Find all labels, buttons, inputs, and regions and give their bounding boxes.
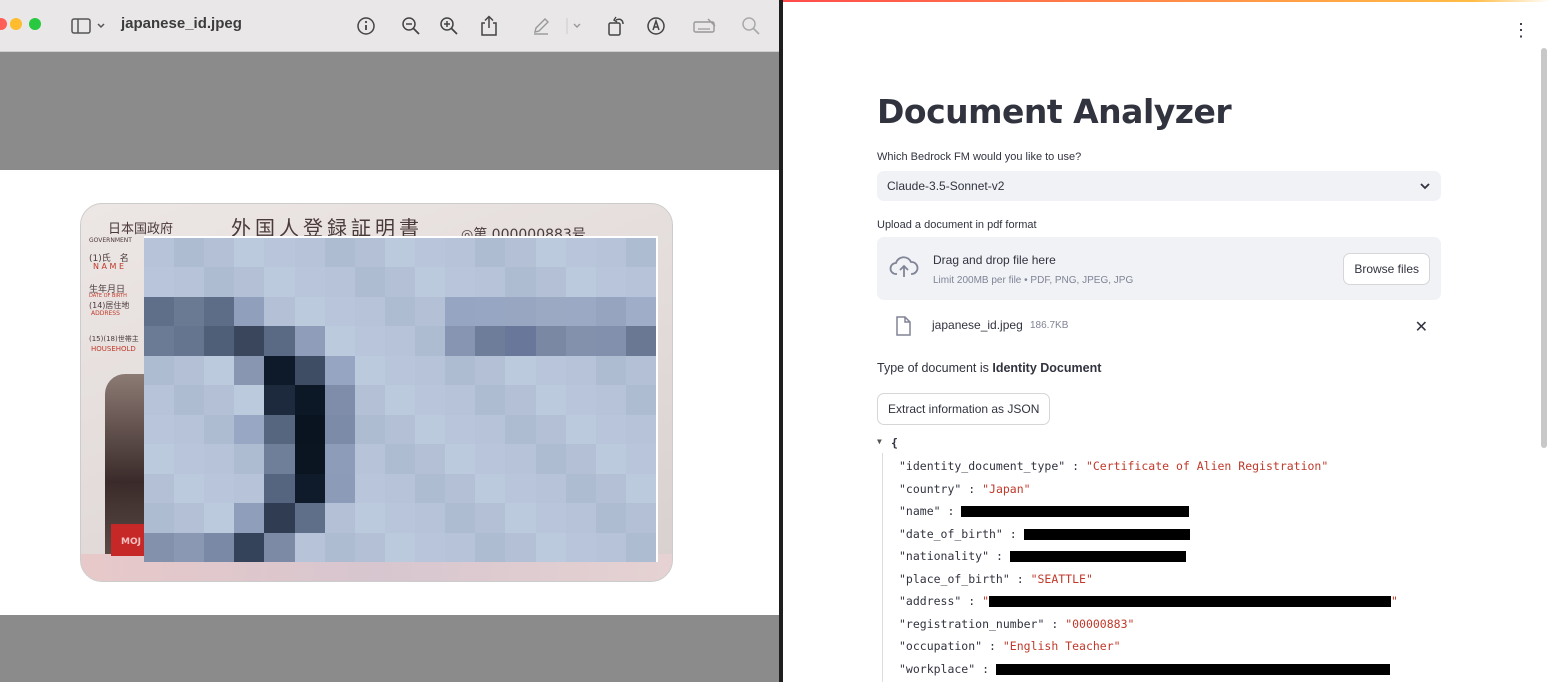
form-fill-icon[interactable] [690,13,720,39]
document-type-value: Identity Document [992,361,1102,375]
app-decoration-bar [783,0,1550,2]
card-dob-sub: DATE OF BIRTH [89,293,127,299]
json-key: "occupation" [899,639,983,653]
redaction-bar [1009,551,1186,562]
json-line: "identity_document_type" : "Certificate … [899,459,1328,475]
json-colon: : [975,661,996,676]
document-type-text: Type of document is Identity Document [877,361,1101,375]
json-value: "SEATTLE" [1030,571,1093,586]
collapse-caret-icon[interactable]: ▼ [877,437,882,446]
remove-file-icon[interactable]: ✕ [1415,317,1428,337]
json-line: "occupation" : "English Teacher" [899,639,1121,655]
json-line: "place_of_birth" : "SEATTLE" [899,572,1093,588]
json-colon: : [989,549,1010,563]
share-icon[interactable] [476,13,502,39]
preview-canvas-top [0,52,779,170]
json-indent-guide [882,453,883,682]
zoom-in-icon[interactable] [436,13,462,39]
markup-dropdown-icon[interactable] [563,13,589,39]
json-value: "Japan" [982,481,1031,496]
card-gov-label: 日本国政府 [108,222,174,237]
preview-canvas-bottom [0,615,779,682]
markup-pen-icon[interactable] [528,13,554,39]
json-value: "English Teacher" [1002,639,1121,653]
rotate-icon[interactable] [603,13,629,39]
json-key: "address" [899,594,962,608]
json-line: "nationality" : [899,549,1186,565]
preview-window: japanese_id.jpeg 日本国政府 GOVERNMENT 外国人登録証… [0,0,779,682]
zoom-window-button[interactable] [29,18,41,30]
minimize-window-button[interactable] [10,18,22,30]
card-gov-sub: GOVERNMENT [89,237,132,244]
json-colon: : [1065,459,1086,473]
json-key: "registration_number" [899,616,1045,631]
json-value: "Certificate of Alien Registration" [1085,459,1329,473]
json-line: "address" : " " [899,594,1398,610]
card-household-label: (15)(18)世帯主 [89,335,139,343]
upload-label: Upload a document in pdf format [877,219,1037,231]
json-line: "name" : [899,504,1190,520]
json-colon: : [1002,526,1024,541]
json-colon: : [961,594,983,608]
uploaded-file-size: 186.7KB [1030,320,1069,331]
zoom-out-icon[interactable] [398,13,424,39]
json-key: "date_of_birth" [899,526,1003,541]
redaction-bar [1023,528,1190,540]
json-key: "nationality" [899,549,990,563]
app-scrollbar[interactable] [1541,48,1547,448]
json-key: "identity_document_type" [899,459,1066,473]
json-value: "00000883" [1065,616,1135,631]
card-household-sub: HOUSEHOLD [91,345,136,353]
sidebar-toggle-icon[interactable] [68,13,108,39]
cloud-upload-icon [889,254,919,287]
chevron-down-icon [1419,179,1431,197]
annotate-icon[interactable] [643,13,669,39]
json-key: "place_of_birth" [899,571,1010,586]
file-dropzone[interactable]: Drag and drop file here Limit 200MB per … [877,237,1441,300]
uploaded-file-row: japanese_id.jpeg 186.7KB ✕ [877,312,1441,340]
uploaded-file-name: japanese_id.jpeg [932,318,1023,332]
json-value-end: " [1391,594,1398,608]
redaction-bar [989,596,1392,607]
preview-toolbar: japanese_id.jpeg [0,0,779,52]
model-select-value: Claude-3.5-Sonnet-v2 [887,179,1005,193]
main-menu-icon[interactable]: ⋮ [1512,20,1530,40]
page-title: Document Analyzer [877,92,1232,131]
json-line: "date_of_birth" : [899,527,1190,543]
json-line: "workplace" : [899,662,1390,678]
json-colon: : [1009,571,1031,586]
browse-files-button[interactable]: Browse files [1343,253,1430,285]
json-key: "country" [899,481,962,496]
file-icon [895,316,911,341]
json-colon: : [940,504,962,518]
document-analyzer-app: ⋮ Document Analyzer Which Bedrock FM wou… [783,0,1550,682]
json-value: " [982,594,990,608]
search-icon[interactable] [738,13,764,39]
redaction-bar [995,663,1390,675]
document-title: japanese_id.jpeg [121,15,242,32]
dropzone-limit: Limit 200MB per file • PDF, PNG, JPEG, J… [933,275,1134,286]
json-viewer: ▼ { "identity_document_type" : "Certific… [877,435,1441,682]
dropzone-title: Drag and drop file here [933,253,1056,267]
card-address-sub: ADDRESS [91,310,120,317]
json-key: "workplace" [899,661,976,676]
extract-json-button[interactable]: Extract information as JSON [877,393,1051,425]
json-line: "registration_number" : "00000883" [899,617,1134,633]
card-name-sub: N A M E [93,262,125,271]
close-window-button[interactable] [0,18,7,30]
model-select-label: Which Bedrock FM would you like to use? [877,151,1082,163]
card-seal-text: MOJ [121,537,141,547]
info-icon[interactable] [353,13,379,39]
json-key: "name" [899,504,941,518]
json-colon: : [1044,616,1066,631]
json-colon: : [961,481,983,496]
redaction-bar [961,506,1190,517]
json-colon: : [982,639,1003,653]
pixelated-redaction [144,236,658,562]
json-open-brace: { [891,436,898,450]
json-line: "country" : "Japan" [899,482,1031,498]
document-type-prefix: Type of document is [877,361,993,375]
model-select[interactable]: Claude-3.5-Sonnet-v2 [877,171,1441,201]
